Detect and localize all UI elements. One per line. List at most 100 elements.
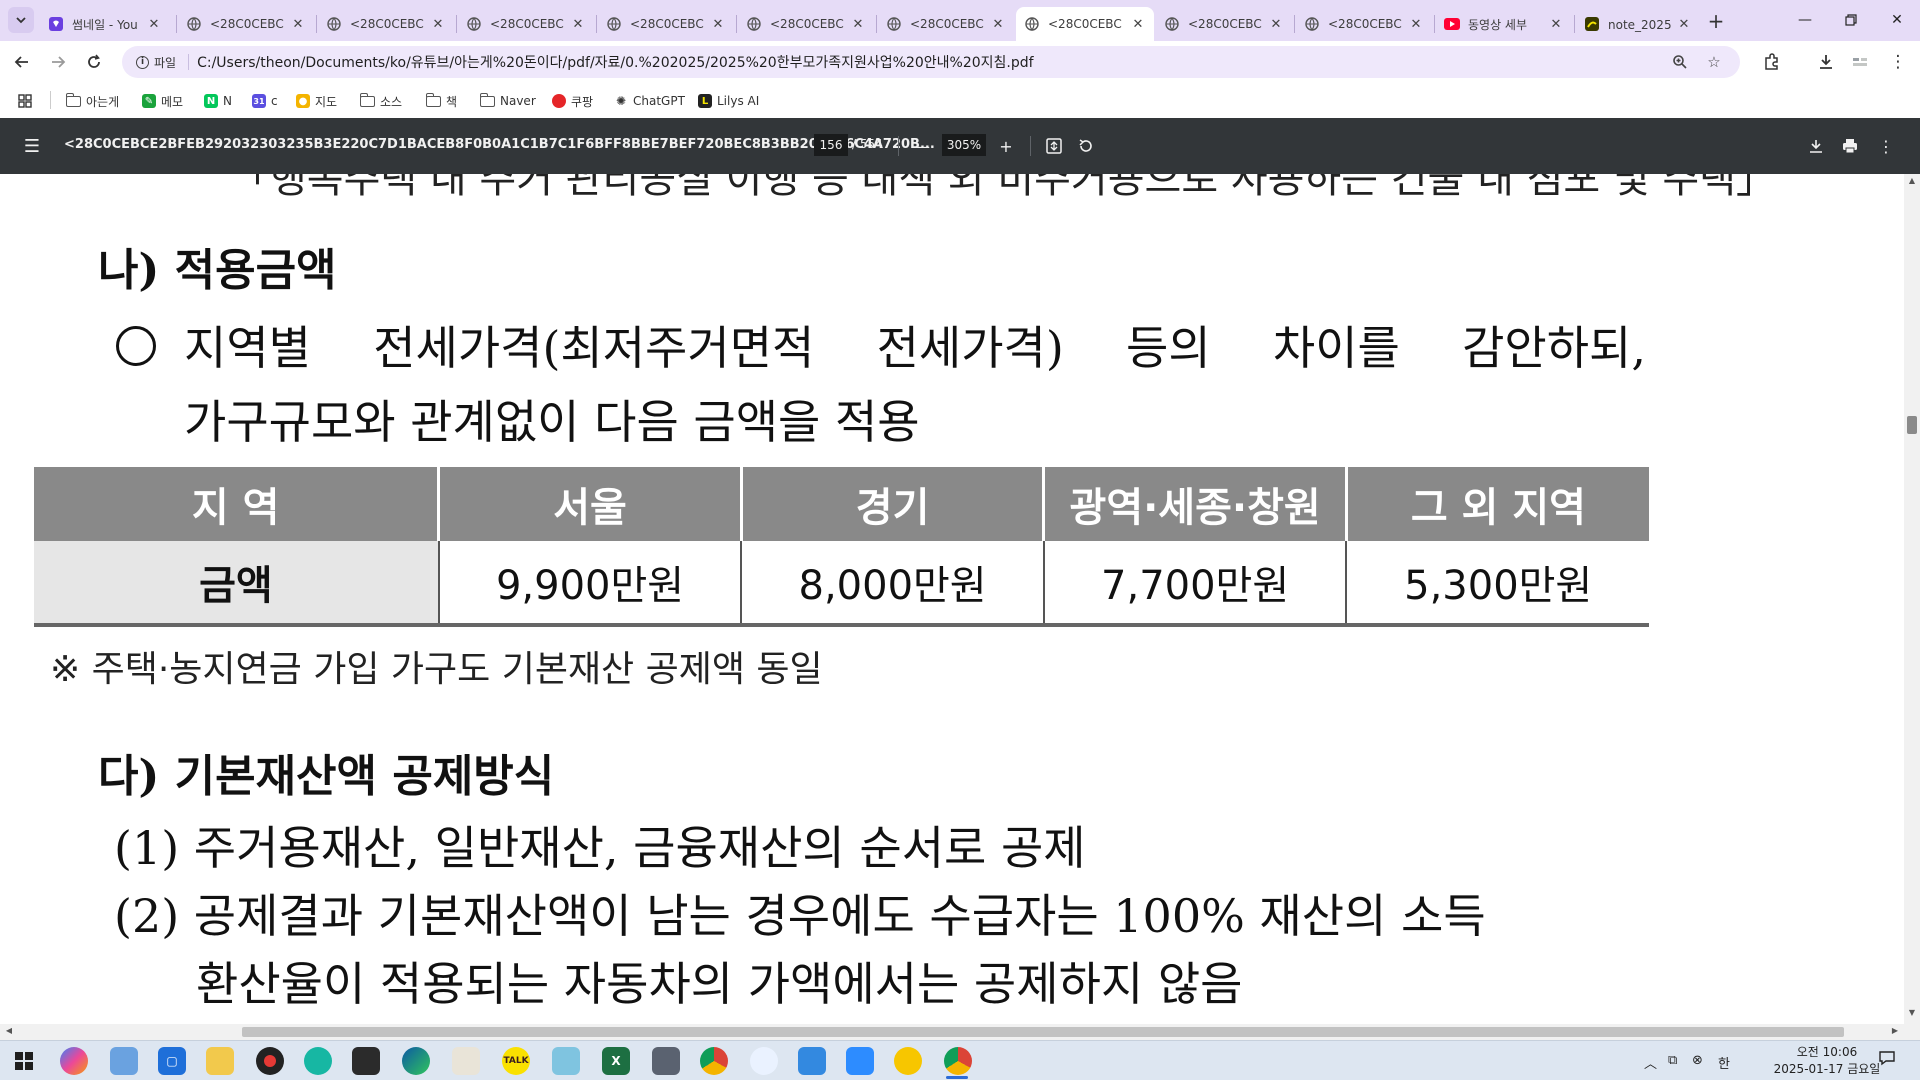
zoom-input[interactable] (942, 134, 986, 156)
scroll-thumb[interactable] (1907, 416, 1917, 434)
copilot-icon[interactable] (60, 1047, 88, 1075)
url-text[interactable]: C:/Users/theon/Documents/ko/유튜브/아는게%20돈이… (197, 52, 1033, 72)
tab-thumbnail[interactable]: 썸네일 - You ✕ (40, 7, 170, 41)
close-icon[interactable]: ✕ (146, 16, 162, 32)
zoom-out-button[interactable]: — (910, 134, 934, 158)
tab-pdf[interactable]: <28C0CEBC ✕ (598, 7, 734, 41)
extensions-button[interactable] (1758, 48, 1786, 76)
explorer-icon[interactable] (206, 1047, 234, 1075)
new-tab-button[interactable]: + (1704, 9, 1728, 33)
print-button[interactable] (1838, 134, 1862, 158)
excel-icon[interactable]: X (602, 1047, 630, 1075)
close-icon[interactable]: ✕ (1408, 16, 1424, 32)
close-icon[interactable]: ✕ (1676, 16, 1692, 32)
scroll-down-icon[interactable]: ▼ (1904, 1008, 1920, 1022)
chrome-icon[interactable] (700, 1047, 728, 1075)
bookmark-folder[interactable]: 아는게 (65, 90, 119, 112)
zoom-icon[interactable] (1670, 52, 1690, 72)
bookmark-lilys[interactable]: L Lilys AI (698, 90, 759, 112)
meet-now-icon[interactable]: ⧉ (1668, 1053, 1677, 1068)
bookmark-chatgpt[interactable]: ✺ ChatGPT (614, 90, 685, 112)
tray-overflow-icon[interactable]: ︿ (1644, 1053, 1657, 1072)
minimize-button[interactable]: — (1782, 4, 1828, 36)
close-icon[interactable]: ✕ (1268, 16, 1284, 32)
tab-pdf[interactable]: <28C0CEBC ✕ (1296, 7, 1432, 41)
page-number-input[interactable] (814, 134, 848, 156)
profile-button[interactable] (1846, 48, 1874, 76)
close-icon[interactable]: ✕ (430, 16, 446, 32)
tab-pdf-active[interactable]: <28C0CEBC ✕ (1016, 7, 1154, 41)
scroll-left-icon[interactable]: ◀ (2, 1026, 16, 1038)
notepad-icon[interactable] (552, 1047, 580, 1075)
record-icon[interactable] (256, 1047, 284, 1075)
close-icon[interactable]: ✕ (570, 16, 586, 32)
notification-button[interactable] (1878, 1049, 1896, 1071)
outlook-icon[interactable]: ▢ (158, 1047, 186, 1075)
rotate-button[interactable] (1074, 134, 1098, 158)
fit-page-button[interactable] (1042, 134, 1066, 158)
video-editor-icon[interactable] (352, 1047, 380, 1075)
tab-note[interactable]: note_2025년 ✕ (1576, 7, 1700, 41)
davinci-icon[interactable] (304, 1047, 332, 1075)
tab-pdf[interactable]: <28C0CEBC ✕ (878, 7, 1014, 41)
chatgpt-icon: ✺ (615, 94, 627, 108)
close-icon[interactable]: ✕ (850, 16, 866, 32)
bookmark-naver[interactable]: NN (204, 90, 232, 112)
bookmark-calendar[interactable]: 31 c (252, 90, 278, 112)
scroll-up-icon[interactable]: ▲ (1904, 176, 1920, 190)
files-icon[interactable] (110, 1047, 138, 1075)
tray-app-icon[interactable]: ⊗ (1692, 1053, 1703, 1068)
forward-button[interactable] (44, 48, 72, 76)
kakaotalk-icon[interactable]: TALK (502, 1047, 530, 1075)
close-window-button[interactable]: ✕ (1874, 4, 1920, 36)
tab-search-button[interactable] (8, 7, 34, 33)
bookmark-folder[interactable]: 소스 (359, 90, 402, 112)
tab-pdf[interactable]: <28C0CEBC ✕ (178, 7, 314, 41)
snipping-icon[interactable] (750, 1047, 778, 1075)
edge-icon[interactable] (402, 1047, 430, 1075)
close-icon[interactable]: ✕ (290, 16, 306, 32)
site-info-chip[interactable]: i 파일 (130, 51, 184, 73)
bookmark-map[interactable]: ● 지도 (296, 90, 337, 112)
download-pdf-button[interactable] (1804, 134, 1828, 158)
tab-video-details[interactable]: 동영상 세부 ✕ (1436, 7, 1572, 41)
vertical-scrollbar[interactable]: ▲ ▼ (1904, 174, 1920, 1024)
zoom-in-button[interactable]: + (994, 134, 1018, 158)
menu-button[interactable]: ⋮ (1884, 48, 1912, 76)
bookmark-folder[interactable]: 책 (425, 90, 457, 112)
start-button[interactable] (10, 1047, 38, 1075)
apps-button[interactable] (18, 90, 32, 112)
reload-button[interactable] (80, 48, 108, 76)
scroll-thumb[interactable] (242, 1027, 1844, 1037)
calculator-icon[interactable] (652, 1047, 680, 1075)
horizontal-scrollbar[interactable]: ◀ ▶ (0, 1024, 1920, 1040)
chrome-active-icon[interactable] (944, 1047, 972, 1075)
tab-pdf[interactable]: <28C0CEBC ✕ (738, 7, 874, 41)
bookmark-memo[interactable]: ✎ 메모 (142, 90, 183, 112)
paint-icon[interactable] (452, 1047, 480, 1075)
page-total: / 554 (852, 137, 883, 151)
bookmark-coupang[interactable]: 쿠팡 (552, 90, 593, 112)
print-icon (1843, 139, 1857, 154)
zoom-app-icon[interactable] (846, 1047, 874, 1075)
close-icon[interactable]: ✕ (990, 16, 1006, 32)
tab-pdf[interactable]: <28C0CEBC ✕ (1156, 7, 1292, 41)
tab-pdf[interactable]: <28C0CEBC ✕ (318, 7, 454, 41)
close-icon[interactable]: ✕ (1130, 16, 1146, 32)
store-icon[interactable] (798, 1047, 826, 1075)
scroll-right-icon[interactable]: ▶ (1888, 1026, 1902, 1038)
pdf-menu-button[interactable]: ☰ (20, 134, 44, 158)
bookmark-folder[interactable]: Naver (479, 90, 536, 112)
back-button[interactable] (8, 48, 36, 76)
close-icon[interactable]: ✕ (1548, 16, 1564, 32)
pdf-more-button[interactable]: ⋮ (1874, 134, 1898, 158)
player-icon[interactable] (894, 1047, 922, 1075)
close-icon[interactable]: ✕ (710, 16, 726, 32)
downloads-button[interactable] (1812, 48, 1840, 76)
address-bar[interactable]: i 파일 C:/Users/theon/Documents/ko/유튜브/아는게… (122, 46, 1740, 78)
restore-button[interactable] (1828, 4, 1874, 36)
ime-indicator[interactable]: 한 (1718, 1053, 1730, 1072)
taskbar-clock[interactable]: 오전 10:06 2025-01-17 금요일 (1762, 1044, 1892, 1078)
bookmark-star-icon[interactable]: ☆ (1704, 52, 1724, 72)
tab-pdf[interactable]: <28C0CEBC ✕ (458, 7, 594, 41)
